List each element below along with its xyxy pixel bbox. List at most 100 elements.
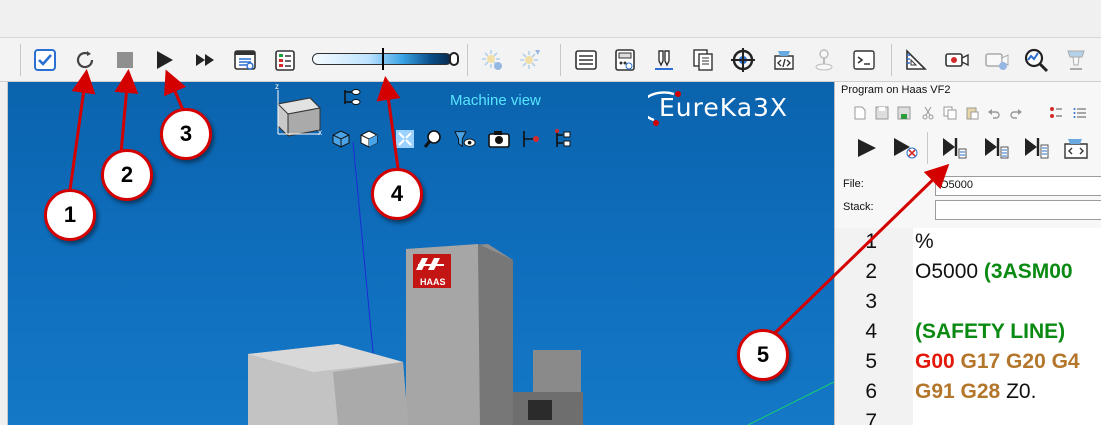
measure-icon	[906, 49, 927, 70]
axis-z-label: z	[275, 82, 279, 91]
save-as-icon[interactable]	[897, 106, 911, 120]
program-listing-button[interactable]	[572, 46, 600, 74]
step-section-button[interactable]	[1021, 134, 1051, 162]
tool-holder-button[interactable]	[650, 46, 678, 74]
fit-view-button[interactable]	[394, 128, 416, 150]
file-field[interactable]: O5000	[935, 176, 1101, 196]
view-cube-button[interactable]	[358, 128, 380, 150]
machine-scene: HAAS	[248, 90, 834, 425]
code-folder-button[interactable]	[770, 46, 798, 74]
view-link-button[interactable]	[341, 86, 363, 108]
open-program-button[interactable]	[1061, 134, 1091, 162]
copy-icon[interactable]	[943, 106, 957, 120]
terminal-icon	[853, 50, 875, 70]
undo-icon[interactable]	[987, 106, 1001, 120]
light-settings-button[interactable]	[478, 46, 506, 74]
list-icon[interactable]	[1073, 106, 1087, 120]
fast-forward-button[interactable]	[191, 46, 219, 74]
code-line[interactable]: G00 G17 G20 G4	[915, 350, 1080, 374]
camera-settings-button[interactable]	[983, 46, 1011, 74]
reset-icon	[76, 51, 94, 69]
camera-icon	[945, 53, 969, 67]
code-line[interactable]: G91 G28 Z0.	[915, 380, 1036, 404]
view-cube[interactable]	[276, 97, 322, 137]
callout-1: 1	[44, 189, 96, 241]
code-line[interactable]: (SAFETY LINE)	[915, 320, 1065, 344]
toolbar-separator	[560, 44, 561, 76]
line-number: 4	[865, 320, 877, 343]
line-number: 3	[865, 290, 877, 313]
tree-nodes-icon	[555, 129, 571, 147]
reset-button[interactable]	[71, 46, 99, 74]
step-block-button[interactable]	[981, 134, 1011, 162]
stop-button[interactable]	[111, 46, 139, 74]
checkbox-view-button[interactable]	[31, 46, 59, 74]
breakpoint-list-icon[interactable]	[1049, 106, 1063, 120]
target-button[interactable]	[729, 46, 757, 74]
step-section-icon	[1025, 138, 1049, 159]
new-file-icon[interactable]	[853, 106, 867, 120]
light-toggle-button[interactable]	[516, 46, 544, 74]
play-button[interactable]	[150, 46, 178, 74]
stack-label: Stack:	[843, 201, 874, 213]
paste-icon[interactable]	[965, 106, 979, 120]
toolbar-separator	[891, 44, 892, 76]
step-block-icon	[985, 138, 1009, 159]
redo-icon[interactable]	[1009, 106, 1023, 120]
calculator-panel-icon	[234, 50, 256, 70]
code-folder-icon	[1064, 139, 1088, 159]
code-token: G91 G28	[915, 380, 1007, 403]
callout-2: 2	[101, 149, 153, 201]
snapshot-button[interactable]	[488, 128, 510, 150]
terminal-button[interactable]	[850, 46, 878, 74]
run-reset-button[interactable]	[891, 134, 921, 162]
joystick-button[interactable]	[810, 46, 838, 74]
tree-button[interactable]	[552, 128, 574, 150]
left-dock-strip	[0, 82, 8, 425]
save-icon[interactable]	[875, 106, 889, 120]
code-line[interactable]: %	[915, 230, 934, 254]
step-line-button[interactable]	[939, 134, 969, 162]
camera-button[interactable]	[943, 46, 971, 74]
analysis-button[interactable]	[1022, 46, 1050, 74]
stack-field[interactable]	[935, 200, 1101, 220]
iso-cube-icon	[332, 130, 350, 148]
machine-panel-icon	[615, 49, 635, 71]
documents-button[interactable]	[689, 46, 717, 74]
green-axis-line	[747, 381, 834, 425]
measure-button[interactable]	[902, 46, 930, 74]
checklist-button[interactable]	[271, 46, 299, 74]
checkbox-view-icon	[34, 49, 56, 71]
calculator-panel-button[interactable]	[231, 46, 259, 74]
camera-snapshot-icon	[488, 131, 510, 148]
visibility-button[interactable]	[454, 128, 476, 150]
zoom-button[interactable]	[422, 128, 444, 150]
main-toolbar	[0, 38, 1101, 82]
link-nodes-icon	[344, 89, 361, 105]
toolbar-separator	[467, 44, 468, 76]
speed-slider[interactable]	[312, 48, 459, 70]
cut-icon[interactable]	[921, 106, 935, 120]
probe-button[interactable]	[520, 128, 542, 150]
machine-panel-button[interactable]	[611, 46, 639, 74]
run-controls	[835, 128, 1101, 168]
probe-nodes-icon	[523, 131, 539, 147]
code-token: %	[915, 230, 934, 253]
code-token: (3ASM00	[983, 260, 1073, 283]
tool-icon	[1067, 50, 1085, 70]
tool-button[interactable]	[1062, 46, 1090, 74]
app-window: HAAS z x Machine view EureKa3X Program o…	[0, 0, 1101, 425]
light-toggle-icon	[520, 50, 540, 69]
run-program-button[interactable]	[851, 134, 881, 162]
tool-holder-icon	[655, 50, 673, 70]
speed-slider-thumb[interactable]	[382, 48, 384, 70]
view-iso-button[interactable]	[330, 128, 352, 150]
code-token: G17 G20 G4	[960, 350, 1080, 373]
code-editor[interactable]: 1% 2 O5000 (3ASM00 3 4 (SAFETY LINE) 5 G00 G17 …	[835, 228, 1101, 425]
machine-viewport[interactable]: HAAS z x Machine view EureKa3X	[8, 82, 834, 425]
viewport-title: Machine view	[450, 92, 541, 109]
step-line-icon	[943, 138, 967, 159]
code-line[interactable]: O5000 (3ASM00	[915, 260, 1073, 284]
play-icon	[858, 139, 876, 157]
haas-logo-text: HAAS	[420, 277, 446, 287]
